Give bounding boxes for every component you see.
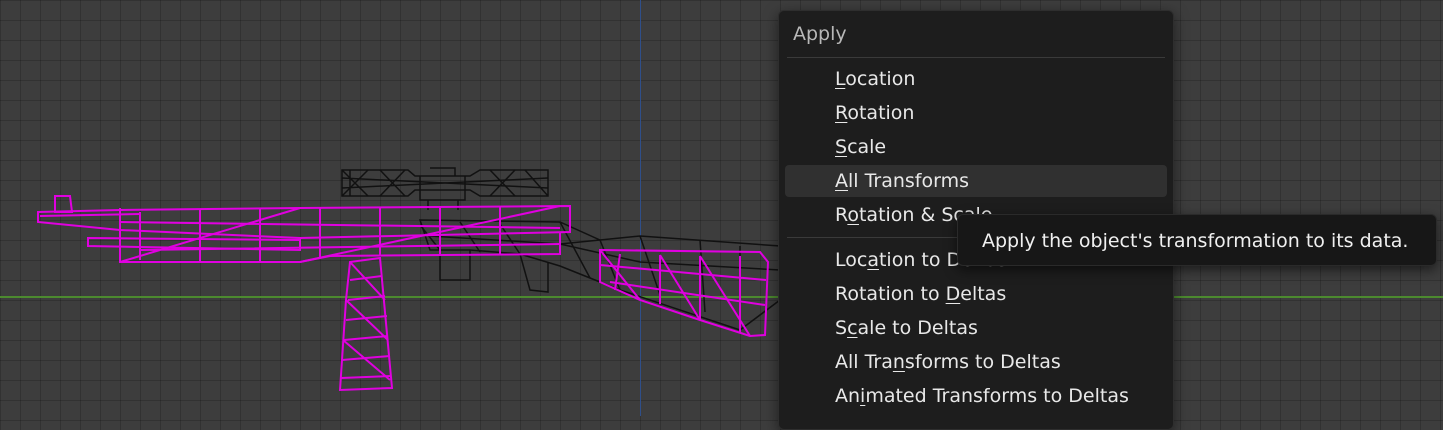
menu-item-all-transforms[interactable]: All Transforms <box>785 165 1167 197</box>
menu-item-rotation[interactable]: Rotation <box>785 97 1167 129</box>
menu-separator <box>787 57 1165 58</box>
shortcut-letter: n <box>892 351 905 373</box>
selected-mesh <box>37 195 770 392</box>
rifle-wireframe-model[interactable] <box>0 0 1443 416</box>
tooltip: Apply the object's transformation to its… <box>957 214 1437 266</box>
3d-viewport[interactable] <box>0 0 1443 416</box>
shortcut-letter: A <box>835 170 848 192</box>
scope-wireframe <box>341 167 549 210</box>
menu-item-all-transforms-to-deltas[interactable]: All Transforms to Deltas <box>785 346 1167 378</box>
menu-item-animated-transforms-to-deltas[interactable]: Animated Transforms to Deltas <box>785 380 1167 412</box>
menu-item-scale[interactable]: Scale <box>785 131 1167 163</box>
menu-item-rotation-to-deltas[interactable]: Rotation to Deltas <box>785 278 1167 310</box>
menu-title: Apply <box>793 23 847 45</box>
shortcut-letter: D <box>945 283 961 305</box>
shortcut-letter: a <box>867 249 879 271</box>
shortcut-letter: S <box>835 136 848 158</box>
menu-item-location[interactable]: Location <box>785 63 1167 95</box>
shortcut-letter: R <box>835 102 848 124</box>
shortcut-letter: c <box>847 317 858 339</box>
shortcut-letter: o <box>847 204 859 226</box>
menu-item-scale-to-deltas[interactable]: Scale to Deltas <box>785 312 1167 344</box>
shortcut-letter: L <box>835 68 846 90</box>
